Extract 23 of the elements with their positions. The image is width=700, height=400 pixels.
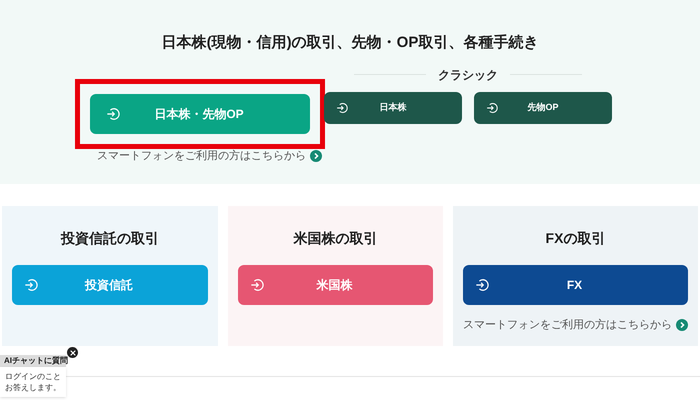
classic-label: クラシック <box>438 66 498 84</box>
card-title: 米国株の取引 <box>293 229 378 248</box>
login-button[interactable]: 米国株 <box>238 265 433 305</box>
smartphone-link[interactable]: スマートフォンをご利用の方はこちらから <box>97 148 615 164</box>
login-icon <box>475 278 489 292</box>
chat-message-line: ログインのこと <box>5 371 61 382</box>
login-icon <box>106 106 120 120</box>
chat-message-line: お答えします。 <box>5 382 61 393</box>
login-icon <box>486 102 498 114</box>
card-title: 投資信託の取引 <box>60 229 159 248</box>
login-icon <box>24 278 38 292</box>
section-title: 日本株(現物・信用)の取引、先物・OP取引、各種手続き <box>162 33 538 53</box>
login-icon <box>250 278 264 292</box>
chevron-icon <box>310 150 322 162</box>
classic-login-button[interactable]: 先物OP <box>474 92 612 124</box>
smartphone-link[interactable]: スマートフォンをご利用の方はこちらから <box>463 317 688 334</box>
close-icon[interactable] <box>67 347 78 358</box>
login-icon <box>336 102 348 114</box>
classic-login-button[interactable]: 日本株 <box>324 92 462 124</box>
chevron-icon <box>676 319 688 332</box>
login-button[interactable]: FX <box>463 265 688 305</box>
card-title: FXの取引 <box>546 229 606 248</box>
chat-title: AIチャットに質問 <box>0 355 66 367</box>
